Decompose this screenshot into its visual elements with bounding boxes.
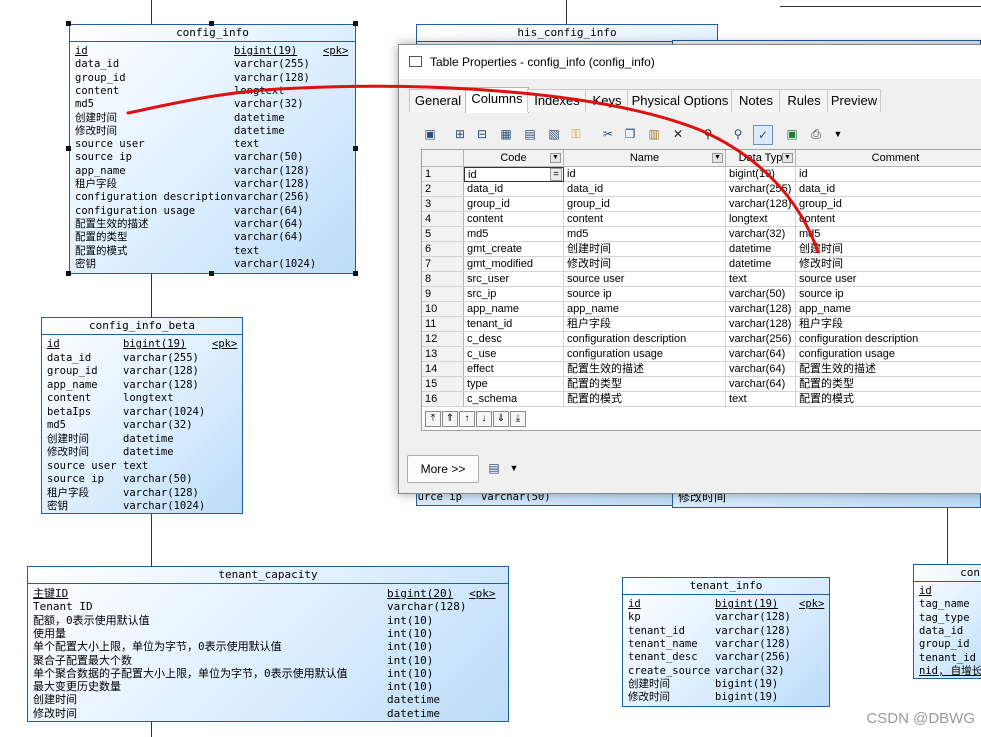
- annotation-arrow: [126, 84, 820, 254]
- watermark: CSDN @DBWG: [866, 710, 975, 727]
- diagram-canvas[interactable]: config_info id bigint(19) <pk> data_id varch…: [0, 0, 981, 737]
